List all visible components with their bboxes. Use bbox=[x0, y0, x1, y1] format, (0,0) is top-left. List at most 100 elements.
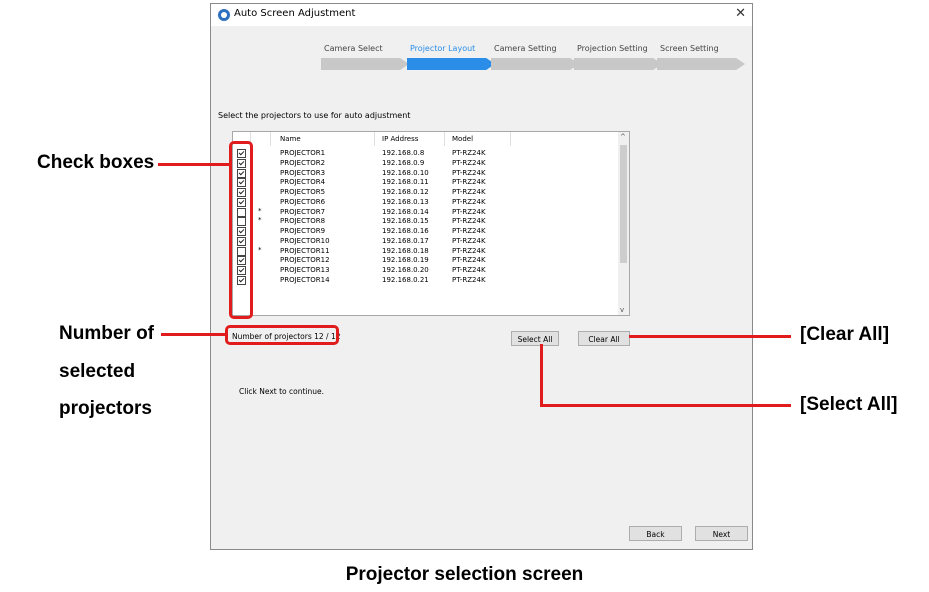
step-arrow bbox=[657, 58, 745, 70]
projector-name: PROJECTOR8 bbox=[280, 217, 326, 226]
header-divider bbox=[270, 132, 271, 146]
title-bar: Auto Screen Adjustment ✕ bbox=[211, 4, 752, 26]
column-header-name[interactable]: Name bbox=[280, 135, 301, 143]
table-row[interactable]: PROJECTOR3 192.168.0.10 PT-RZ24K bbox=[233, 168, 618, 178]
check-boxes-leader bbox=[158, 163, 229, 166]
table-row[interactable]: PROJECTOR12 192.168.0.19 PT-RZ24K bbox=[233, 255, 618, 266]
row-mark: * bbox=[258, 206, 262, 215]
column-header-model[interactable]: Model bbox=[452, 135, 473, 143]
projector-name: PROJECTOR10 bbox=[280, 236, 330, 245]
model-name: PT-RZ24K bbox=[452, 207, 486, 216]
select-all-callout: [Select All] bbox=[800, 394, 898, 415]
next-button[interactable]: Next bbox=[695, 526, 748, 541]
row-mark: * bbox=[258, 245, 262, 254]
ip-address: 192.168.0.9 bbox=[382, 158, 425, 167]
select-all-button[interactable]: Select All bbox=[511, 331, 559, 346]
table-row[interactable]: PROJECTOR13 192.168.0.20 PT-RZ24K bbox=[233, 265, 618, 275]
ip-address: 192.168.0.14 bbox=[382, 207, 429, 216]
step-arrow bbox=[574, 58, 662, 70]
header-divider bbox=[374, 132, 375, 146]
table-row[interactable]: PROJECTOR2 192.168.0.9 PT-RZ24K bbox=[233, 158, 618, 168]
number-callout-line3: projectors bbox=[59, 398, 152, 419]
instruction-text: Select the projectors to use for auto ad… bbox=[218, 111, 411, 120]
window-title: Auto Screen Adjustment bbox=[234, 8, 356, 19]
projector-name: PROJECTOR3 bbox=[280, 168, 326, 177]
row-mark: * bbox=[258, 216, 262, 225]
model-name: PT-RZ24K bbox=[452, 149, 486, 157]
count-leader bbox=[161, 333, 225, 336]
projector-name: PROJECTOR5 bbox=[280, 188, 326, 196]
clear-all-leader bbox=[629, 335, 791, 338]
step-arrow bbox=[321, 58, 409, 70]
model-name: PT-RZ24K bbox=[452, 256, 486, 265]
count-highlight bbox=[225, 325, 339, 345]
table-row[interactable]: PROJECTOR9 192.168.0.16 PT-RZ24K bbox=[233, 226, 618, 236]
clear-all-callout: [Clear All] bbox=[800, 324, 890, 345]
ip-address: 192.168.0.19 bbox=[382, 256, 429, 265]
ip-address: 192.168.0.10 bbox=[382, 168, 429, 177]
projector-name: PROJECTOR1 bbox=[280, 149, 326, 157]
number-callout-line1: Number of bbox=[59, 323, 154, 344]
step-label: Projection Setting bbox=[577, 44, 648, 53]
step-label: Screen Setting bbox=[660, 44, 719, 53]
table-row[interactable]: * PROJECTOR11 192.168.0.18 PT-RZ24K bbox=[233, 246, 618, 256]
auto-screen-adjustment-window: Auto Screen Adjustment ✕ Camera Select P… bbox=[210, 3, 753, 550]
model-name: PT-RZ24K bbox=[452, 275, 486, 284]
figure-caption: Projector selection screen bbox=[345, 564, 584, 585]
model-name: PT-RZ24K bbox=[452, 227, 486, 235]
table-row[interactable]: * PROJECTOR8 192.168.0.15 PT-RZ24K bbox=[233, 216, 618, 227]
model-name: PT-RZ24K bbox=[452, 168, 486, 177]
ip-address: 192.168.0.17 bbox=[382, 236, 429, 245]
table-row[interactable]: PROJECTOR10 192.168.0.17 PT-RZ24K bbox=[233, 236, 618, 246]
scrollbar-thumb[interactable] bbox=[620, 145, 627, 263]
table-row[interactable]: PROJECTOR4 192.168.0.11 PT-RZ24K bbox=[233, 177, 618, 188]
model-name: PT-RZ24K bbox=[452, 178, 486, 187]
vertical-scrollbar[interactable]: ^ v bbox=[618, 132, 629, 315]
scroll-down-icon[interactable]: v bbox=[620, 306, 624, 314]
step-label: Camera Select bbox=[324, 44, 383, 53]
select-all-leader-horizontal bbox=[540, 404, 791, 407]
ip-address: 192.168.0.16 bbox=[382, 227, 429, 235]
table-header: Name IP Address Model bbox=[233, 132, 618, 146]
ip-address: 192.168.0.13 bbox=[382, 197, 429, 206]
table-row[interactable]: PROJECTOR14 192.168.0.21 PT-RZ24K bbox=[233, 275, 618, 285]
table-row[interactable]: PROJECTOR6 192.168.0.13 PT-RZ24K bbox=[233, 197, 618, 207]
projector-name: PROJECTOR2 bbox=[280, 158, 326, 167]
table-row[interactable]: * PROJECTOR7 192.168.0.14 PT-RZ24K bbox=[233, 207, 618, 217]
ip-address: 192.168.0.15 bbox=[382, 217, 429, 226]
scroll-up-icon[interactable]: ^ bbox=[620, 133, 626, 141]
close-icon[interactable]: ✕ bbox=[735, 6, 746, 21]
header-divider bbox=[444, 132, 445, 146]
projector-table: Name IP Address Model PROJECTOR1 192.168.… bbox=[232, 131, 630, 316]
ip-address: 192.168.0.21 bbox=[382, 275, 429, 284]
table-row[interactable]: PROJECTOR1 192.168.0.8 PT-RZ24K bbox=[233, 148, 618, 158]
model-name: PT-RZ24K bbox=[452, 217, 486, 226]
column-header-ip[interactable]: IP Address bbox=[382, 135, 418, 143]
clear-all-button[interactable]: Clear All bbox=[578, 331, 630, 346]
check-boxes-highlight bbox=[229, 141, 253, 319]
projector-name: PROJECTOR11 bbox=[280, 246, 330, 255]
model-name: PT-RZ24K bbox=[452, 236, 486, 245]
step-label: Projector Layout bbox=[410, 44, 476, 53]
step-label: Camera Setting bbox=[494, 44, 557, 53]
back-button[interactable]: Back bbox=[629, 526, 682, 541]
check-boxes-callout: Check boxes bbox=[37, 152, 155, 173]
select-all-leader-vertical bbox=[540, 344, 543, 407]
table-row[interactable]: PROJECTOR5 192.168.0.12 PT-RZ24K bbox=[233, 187, 618, 197]
header-divider bbox=[510, 132, 511, 146]
ip-address: 192.168.0.18 bbox=[382, 246, 429, 255]
app-logo-icon bbox=[218, 9, 230, 21]
projector-name: PROJECTOR14 bbox=[280, 275, 330, 284]
model-name: PT-RZ24K bbox=[452, 197, 486, 206]
continue-message: Click Next to continue. bbox=[239, 387, 325, 396]
ip-address: 192.168.0.12 bbox=[382, 188, 429, 196]
projector-name: PROJECTOR13 bbox=[280, 266, 330, 274]
projector-name: PROJECTOR12 bbox=[280, 256, 330, 265]
model-name: PT-RZ24K bbox=[452, 158, 486, 167]
projector-name: PROJECTOR6 bbox=[280, 197, 326, 206]
model-name: PT-RZ24K bbox=[452, 246, 486, 255]
ip-address: 192.168.0.20 bbox=[382, 266, 429, 274]
step-arrow bbox=[491, 58, 579, 70]
ip-address: 192.168.0.11 bbox=[382, 178, 429, 187]
step-arrow bbox=[407, 58, 495, 70]
